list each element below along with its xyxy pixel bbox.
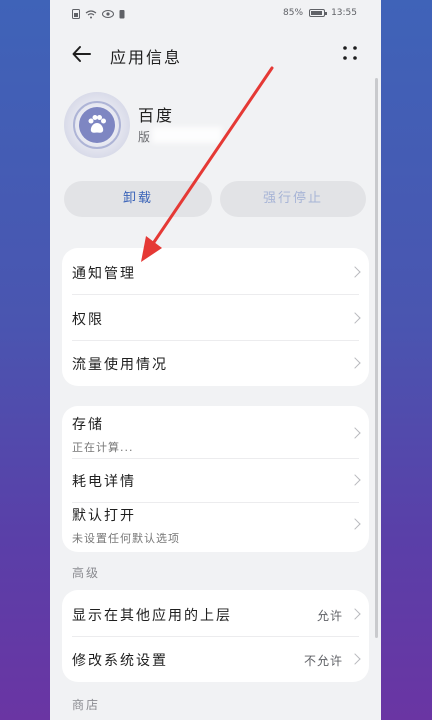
chevron-right-icon (349, 427, 361, 439)
app-icon (64, 92, 130, 158)
list-item-notification[interactable]: 通知管理 (62, 248, 369, 294)
more-options-icon[interactable] (341, 44, 359, 62)
scrollbar[interactable] (375, 78, 378, 638)
list-item-data-usage[interactable]: 流量使用情况 (62, 340, 369, 386)
status-icons-left (72, 9, 125, 19)
list-item-storage[interactable]: 存储 正在计算... (62, 406, 369, 458)
app-name: 百度 (138, 106, 175, 125)
clock: 13:55 (331, 8, 357, 18)
phone-screen: 85% 13:55 应用信息 百度 版 卸载 强行停止 通知管理 权限 流量使用… (50, 0, 381, 720)
uninstall-button[interactable]: 卸载 (64, 181, 212, 217)
wifi-icon (85, 9, 97, 18)
modify-settings-value: 不允许 (303, 654, 343, 668)
settings-card-2: 存储 正在计算... 耗电详情 默认打开 未设置任何默认选项 (62, 406, 369, 552)
section-advanced-title: 高级 (72, 566, 101, 580)
chevron-right-icon (349, 474, 361, 486)
force-stop-button[interactable]: 强行停止 (220, 181, 366, 217)
list-item-permissions[interactable]: 权限 (62, 294, 369, 340)
paw-icon (88, 115, 106, 133)
chevron-right-icon (349, 266, 361, 278)
default-open-label: 默认打开 (72, 508, 136, 524)
list-item-default-open[interactable]: 默认打开 未设置任何默认选项 (62, 502, 369, 552)
status-bar: 85% 13:55 (50, 0, 381, 28)
page-title: 应用信息 (110, 48, 183, 67)
sim-icon (72, 9, 80, 19)
battery-small-icon (119, 10, 125, 19)
chevron-right-icon (349, 518, 361, 530)
section-store-title: 商店 (72, 698, 101, 712)
app-bar: 应用信息 (50, 34, 381, 74)
chevron-right-icon (349, 312, 361, 324)
list-item-power[interactable]: 耗电详情 (62, 458, 369, 502)
overlay-value: 允许 (316, 609, 343, 623)
chevron-right-icon (349, 653, 361, 665)
default-open-status: 未设置任何默认选项 (72, 532, 180, 545)
modify-settings-label: 修改系统设置 (72, 653, 168, 669)
status-icons-right: 85% 13:55 (283, 8, 357, 18)
eye-icon (102, 10, 114, 18)
back-arrow-icon[interactable] (70, 42, 94, 66)
data-usage-label: 流量使用情况 (72, 357, 168, 373)
settings-card-1: 通知管理 权限 流量使用情况 (62, 248, 369, 386)
battery-percent: 85% (283, 8, 304, 18)
list-item-modify-settings[interactable]: 修改系统设置 不允许 (62, 636, 369, 682)
storage-status: 正在计算... (72, 441, 134, 454)
version-blur (152, 127, 222, 143)
chevron-right-icon (349, 608, 361, 620)
notification-label: 通知管理 (72, 266, 136, 282)
permissions-label: 权限 (72, 312, 104, 328)
list-item-overlay[interactable]: 显示在其他应用的上层 允许 (62, 590, 369, 636)
settings-card-advanced: 显示在其他应用的上层 允许 修改系统设置 不允许 (62, 590, 369, 682)
battery-icon (309, 9, 328, 17)
power-label: 耗电详情 (72, 474, 136, 490)
chevron-right-icon (349, 357, 361, 369)
storage-label: 存储 (72, 417, 104, 433)
overlay-label: 显示在其他应用的上层 (72, 608, 232, 624)
app-version: 版 (138, 130, 151, 144)
